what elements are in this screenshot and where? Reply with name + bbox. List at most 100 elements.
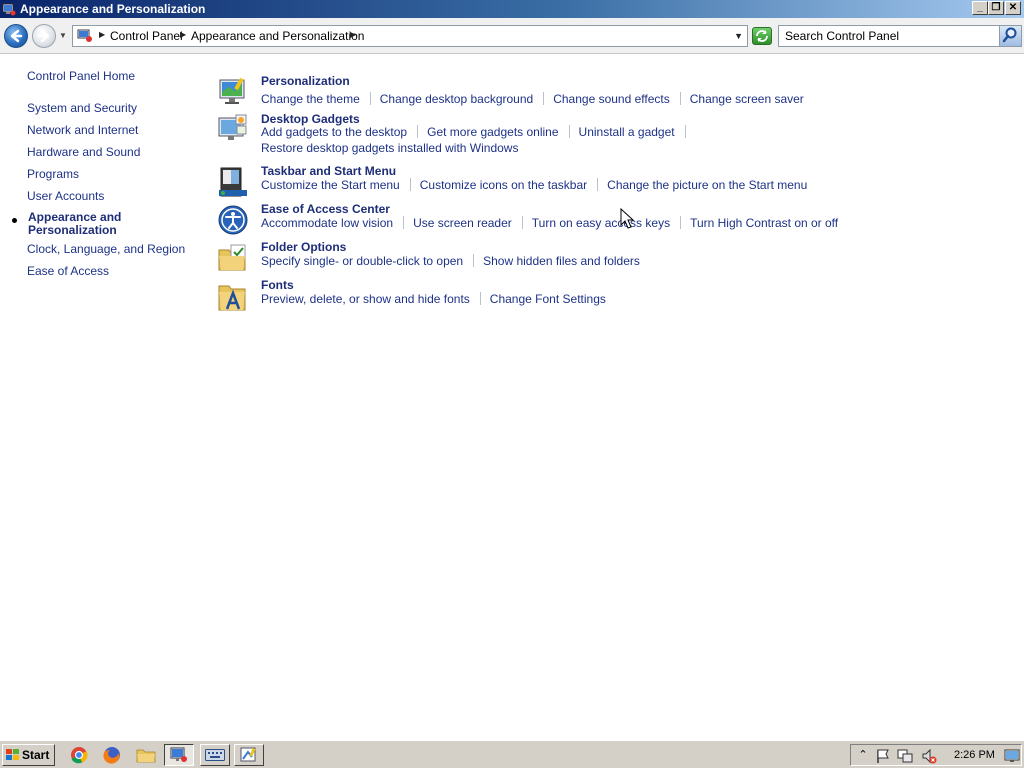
- section-title-desktop-gadgets[interactable]: Desktop Gadgets: [261, 112, 360, 126]
- link-show-hidden-files[interactable]: Show hidden files and folders: [483, 254, 640, 268]
- breadcrumb-appearance[interactable]: Appearance and Personalization: [191, 29, 364, 43]
- link-change-start-picture[interactable]: Change the picture on the Start menu: [607, 178, 807, 192]
- close-button[interactable]: ✕: [1005, 1, 1021, 15]
- link-separator: [403, 216, 405, 229]
- forward-arrow-icon: [37, 29, 50, 43]
- link-preview-fonts[interactable]: Preview, delete, or show and hide fonts: [261, 292, 470, 306]
- link-separator: [679, 92, 681, 105]
- show-hidden-icons-icon[interactable]: ⌃: [855, 748, 871, 764]
- back-arrow-icon: [10, 29, 23, 43]
- link-change-sound-effects[interactable]: Change sound effects: [553, 92, 670, 106]
- link-separator: [543, 92, 545, 105]
- sidebar-item-user-accounts[interactable]: User Accounts: [27, 189, 104, 203]
- back-button[interactable]: [4, 24, 28, 48]
- sidebar-item-control-panel-home[interactable]: Control Panel Home: [27, 69, 135, 83]
- link-uninstall-gadget[interactable]: Uninstall a gadget: [579, 125, 675, 139]
- link-separator: [521, 216, 523, 229]
- link-get-more-gadgets[interactable]: Get more gadgets online: [427, 125, 558, 139]
- link-row: Accommodate low vision Use screen reader T…: [261, 216, 838, 230]
- section-title-folder-options[interactable]: Folder Options: [261, 240, 346, 254]
- personalization-icon: [219, 77, 245, 104]
- refresh-icon: [756, 30, 768, 42]
- link-restore-gadgets[interactable]: Restore desktop gadgets installed with W…: [261, 141, 518, 155]
- link-add-gadgets[interactable]: Add gadgets to the desktop: [261, 125, 407, 139]
- link-row: Add gadgets to the desktop Get more gadge…: [261, 125, 695, 139]
- minimize-button[interactable]: _: [972, 1, 988, 15]
- sidebar-item-programs[interactable]: Programs: [27, 167, 79, 181]
- section-ease-of-access-center: Ease of Access Center Accommodate low vi…: [215, 202, 1005, 238]
- link-customize-start-menu[interactable]: Customize the Start menu: [261, 178, 400, 192]
- search-box[interactable]: [778, 25, 1022, 47]
- control-panel-icon: [77, 29, 92, 42]
- link-use-screen-reader[interactable]: Use screen reader: [413, 216, 512, 230]
- link-change-desktop-background[interactable]: Change desktop background: [380, 92, 533, 106]
- keyboard-icon: [205, 749, 225, 761]
- section-title-personalization[interactable]: Personalization: [261, 74, 350, 88]
- start-label: Start: [22, 748, 50, 762]
- action-center-flag-icon[interactable]: [875, 748, 891, 764]
- paint-task-button[interactable]: [234, 744, 264, 766]
- link-change-theme[interactable]: Change the theme: [261, 92, 360, 106]
- desktop-gadgets-icon: [218, 114, 247, 140]
- link-row: Customize the Start menu Customize icons …: [261, 178, 807, 192]
- section-folder-options: Folder Options Specify single- or double…: [215, 240, 1005, 276]
- breadcrumb-control-panel[interactable]: Control Panel: [110, 29, 183, 43]
- network-icon[interactable]: [897, 748, 913, 764]
- clock[interactable]: 2:26 PM: [954, 749, 995, 761]
- show-desktop-icon[interactable]: [1004, 748, 1020, 764]
- breadcrumb-arrow-icon[interactable]: ▶: [180, 30, 186, 39]
- link-separator: [568, 125, 570, 138]
- section-title-fonts[interactable]: Fonts: [261, 278, 294, 292]
- link-separator: [597, 178, 599, 191]
- section-title-ease-of-access-center[interactable]: Ease of Access Center: [261, 202, 390, 216]
- link-row: Specify single- or double-click to open S…: [261, 254, 640, 268]
- maximize-button[interactable]: ❐: [988, 1, 1004, 15]
- link-row: Preview, delete, or show and hide fonts C…: [261, 292, 606, 306]
- sidebar-item-hardware-sound[interactable]: Hardware and Sound: [27, 145, 140, 159]
- firefox-icon[interactable]: [101, 745, 123, 765]
- link-change-screen-saver[interactable]: Change screen saver: [690, 92, 804, 106]
- paint-icon: [240, 747, 256, 762]
- breadcrumb-arrow-icon[interactable]: ▶: [350, 30, 356, 39]
- taskbar: Start ⌃ 2:26 PM: [0, 740, 1024, 768]
- link-change-font-settings[interactable]: Change Font Settings: [490, 292, 606, 306]
- section-title-taskbar-start-menu[interactable]: Taskbar and Start Menu: [261, 164, 396, 178]
- breadcrumb-arrow-icon[interactable]: ▶: [99, 30, 105, 39]
- sidebar-item-clock-language[interactable]: Clock, Language, and Region: [27, 242, 185, 256]
- file-explorer-icon[interactable]: [135, 745, 157, 765]
- volume-muted-icon[interactable]: [921, 748, 937, 764]
- link-customize-taskbar-icons[interactable]: Customize icons on the taskbar: [420, 178, 587, 192]
- address-history-dropdown[interactable]: ▼: [734, 31, 743, 41]
- control-panel-icon: [170, 747, 187, 762]
- search-input[interactable]: [779, 26, 1001, 46]
- link-easy-access-keys[interactable]: Turn on easy access keys: [532, 216, 670, 230]
- sidebar-item-system-security[interactable]: System and Security: [27, 101, 137, 115]
- link-separator: [684, 125, 686, 138]
- chrome-icon[interactable]: [68, 745, 90, 765]
- mouse-cursor-icon: [620, 208, 635, 229]
- title-bar: Appearance and Personalization _ ❐ ✕: [0, 0, 1024, 18]
- start-button[interactable]: Start: [2, 744, 55, 766]
- sidebar: Control Panel Home System and Security N…: [0, 54, 205, 740]
- forward-button[interactable]: [32, 24, 56, 48]
- link-single-double-click[interactable]: Specify single- or double-click to open: [261, 254, 463, 268]
- link-accommodate-low-vision[interactable]: Accommodate low vision: [261, 216, 393, 230]
- refresh-button[interactable]: [752, 27, 772, 45]
- taskbar-icon: [219, 167, 247, 197]
- sidebar-item-ease-of-access[interactable]: Ease of Access: [27, 264, 109, 278]
- control-panel-icon: [2, 3, 16, 16]
- control-panel-task-button[interactable]: [164, 744, 194, 766]
- recent-pages-dropdown[interactable]: ▼: [59, 31, 67, 40]
- section-personalization: Personalization Change the theme Change d…: [215, 74, 1005, 110]
- search-button[interactable]: [999, 26, 1021, 46]
- section-taskbar-start-menu: Taskbar and Start Menu Customize the Sta…: [215, 164, 1005, 200]
- keyboard-task-button[interactable]: [200, 744, 230, 766]
- link-separator: [417, 125, 419, 138]
- link-row: Restore desktop gadgets installed with W…: [261, 141, 518, 155]
- window-title: Appearance and Personalization: [20, 2, 206, 16]
- sidebar-item-network-internet[interactable]: Network and Internet: [27, 123, 138, 137]
- link-separator: [473, 254, 475, 267]
- link-high-contrast[interactable]: Turn High Contrast on or off: [690, 216, 838, 230]
- link-separator: [680, 216, 682, 229]
- address-bar[interactable]: ▶ Control Panel ▶ Appearance and Persona…: [72, 25, 748, 47]
